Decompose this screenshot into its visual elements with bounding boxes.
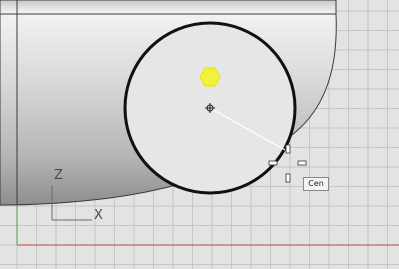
axis-widget-z-label: Z [54,168,63,183]
snap-tooltip: Cen [303,177,329,191]
highlight-marker-icon [199,67,221,87]
viewport-top[interactable]: Z X Cen [0,0,399,269]
surface-top-band [0,0,337,15]
axis-widget-x-label: X [94,208,103,223]
viewport-canvas[interactable] [0,0,399,269]
